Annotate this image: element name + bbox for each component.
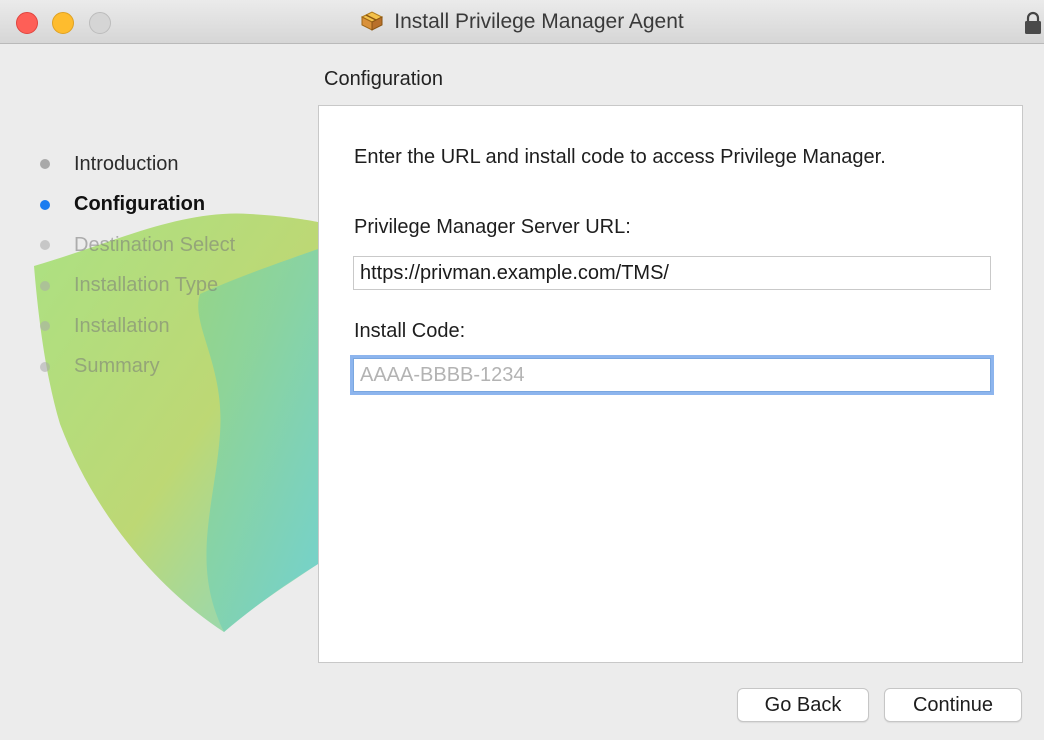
go-back-button[interactable]: Go Back [737, 688, 869, 722]
step-label: Destination Select [74, 233, 236, 256]
step-introduction: Introduction [40, 144, 235, 185]
continue-button[interactable]: Continue [884, 688, 1022, 722]
steps-sidebar: Introduction Configuration Destination S… [0, 44, 318, 664]
steps-list: Introduction Configuration Destination S… [40, 144, 235, 387]
step-bullet-icon [40, 240, 50, 251]
step-label: Summary [74, 355, 160, 378]
lock-icon[interactable] [1024, 11, 1042, 35]
step-label: Introduction [74, 152, 179, 175]
step-label: Configuration [74, 193, 206, 216]
step-installation-type: Installation Type [40, 266, 235, 307]
package-installer-icon [360, 8, 384, 37]
step-configuration: Configuration [40, 185, 235, 226]
window-title: Install Privilege Manager Agent [394, 10, 684, 33]
step-destination-select: Destination Select [40, 225, 235, 266]
step-bullet-icon [40, 280, 50, 291]
step-summary: Summary [40, 347, 235, 388]
step-bullet-icon [40, 159, 50, 170]
install-code-label: Install Code: [354, 320, 466, 342]
step-label: Installation [74, 314, 170, 337]
step-installation: Installation [40, 306, 235, 347]
step-bullet-icon [40, 361, 50, 372]
server-url-input[interactable] [353, 256, 991, 290]
page-title: Configuration [324, 68, 443, 90]
install-code-input[interactable] [353, 358, 991, 392]
step-bullet-icon [40, 199, 50, 210]
server-url-label: Privilege Manager Server URL: [354, 216, 631, 238]
configuration-panel: Enter the URL and install code to access… [318, 105, 1023, 663]
step-bullet-icon [40, 321, 50, 332]
title-bar: Install Privilege Manager Agent [0, 0, 1044, 44]
instructions-text: Enter the URL and install code to access… [354, 146, 886, 168]
step-label: Installation Type [74, 274, 219, 297]
